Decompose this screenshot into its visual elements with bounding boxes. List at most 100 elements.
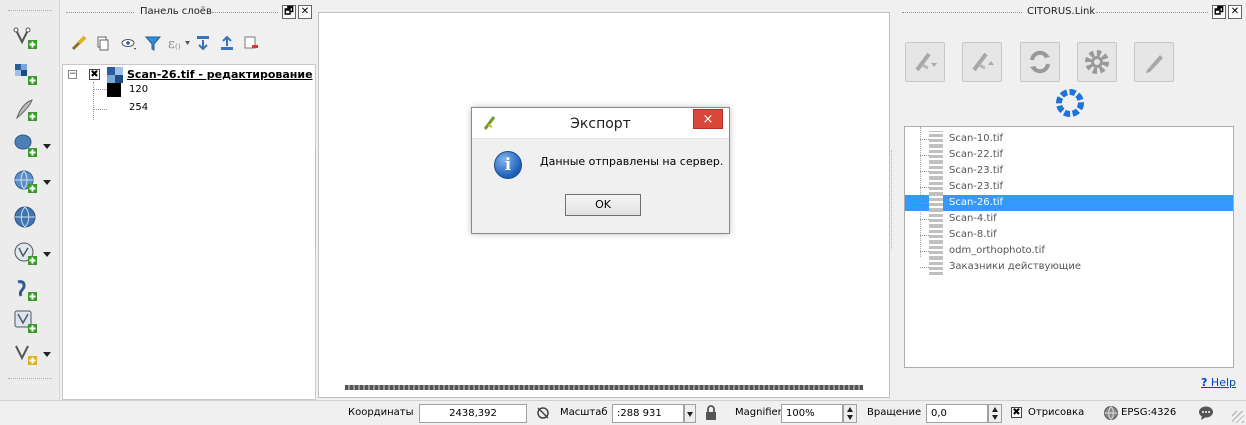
edit-button[interactable] — [1134, 42, 1174, 82]
filter-by-expression-button[interactable]: ε() — [166, 34, 190, 52]
mouse-coordinates-icon[interactable] — [535, 405, 551, 421]
gear-icon — [1085, 50, 1109, 74]
add-wfs-layer-button[interactable] — [12, 240, 51, 268]
layer-panel-toolbar: ε() — [62, 34, 316, 56]
style-layer-button[interactable] — [70, 34, 88, 52]
render-checkbox[interactable]: ✖ — [1011, 407, 1022, 418]
citorus-panel: CITORUS.Link 🗗 ✕ Scan-10.tif Scan-22.tif S… — [896, 4, 1244, 398]
tree-line — [93, 89, 107, 90]
list-item[interactable]: Scan-23.tif — [905, 179, 1233, 195]
list-item-label: Scan-22.tif — [949, 149, 1004, 160]
chevron-down-icon[interactable] — [43, 144, 51, 149]
visibility-button[interactable] — [120, 34, 138, 52]
add-postgis-layer-button[interactable] — [12, 132, 51, 160]
raster-thumbnail-icon — [929, 163, 943, 179]
upload-layer-button[interactable] — [905, 42, 945, 82]
toolbar-grip[interactable] — [8, 378, 52, 379]
export-dialog: Экспорт × i Данные отправлены на сервер.… — [471, 107, 730, 234]
add-delimited-text-button[interactable] — [12, 96, 40, 124]
layer-name[interactable]: Scan-26.tif - редактирование — [127, 68, 313, 81]
remove-layer-button[interactable] — [242, 34, 260, 52]
layer-panel: Панель слоёв 🗗 ✕ ε() − ✖ Scan-26.tif - р… — [62, 4, 316, 400]
layer-panel-titlebar[interactable]: Панель слоёв 🗗 ✕ — [62, 4, 316, 22]
layer-row[interactable]: − ✖ Scan-26.tif - редактирование — [63, 67, 315, 83]
server-file-list[interactable]: Scan-10.tif Scan-22.tif Scan-23.tif Scan-23… — [904, 126, 1234, 368]
add-raster-layer-button[interactable] — [12, 60, 40, 88]
chevron-down-icon[interactable] — [43, 252, 51, 257]
dialog-close-button[interactable]: × — [693, 109, 723, 129]
add-spatialite-layer-button[interactable] — [12, 276, 40, 304]
add-wcs-layer-button[interactable] — [12, 204, 40, 232]
rotation-field[interactable]: 0,0 — [926, 404, 988, 423]
chevron-down-icon[interactable] — [43, 180, 51, 185]
collapse-all-button[interactable] — [218, 34, 236, 52]
add-mssql-layer-button[interactable] — [12, 308, 40, 336]
chevron-down-icon[interactable] — [43, 352, 51, 357]
raster-thumbnail-icon — [929, 131, 943, 147]
globe-icon — [14, 206, 36, 228]
list-item[interactable]: Scan-26.tif — [905, 195, 1233, 211]
vector-box-icon — [14, 310, 37, 333]
magnifier-spinner[interactable] — [843, 404, 857, 423]
float-panel-button[interactable]: 🗗 — [1212, 5, 1226, 19]
dialog-titlebar[interactable]: Экспорт × — [472, 108, 729, 138]
settings-button[interactable] — [1077, 42, 1117, 82]
loading-spinner-icon — [1056, 89, 1084, 117]
new-temporary-layer-button[interactable] — [12, 340, 51, 368]
render-label: Отрисовка — [1028, 407, 1085, 418]
close-panel-button[interactable]: ✕ — [1228, 5, 1242, 19]
coordinates-field[interactable]: 2438,392 — [419, 404, 527, 423]
layer-tree[interactable]: − ✖ Scan-26.tif - редактирование 120 254 — [62, 64, 316, 400]
layer-visibility-checkbox[interactable]: ✖ — [89, 69, 100, 80]
collapse-expander[interactable]: − — [68, 70, 77, 79]
crs-label[interactable]: EPSG:4326 — [1121, 407, 1176, 418]
left-toolbar — [0, 0, 60, 400]
tree-line — [920, 171, 929, 172]
vector-layer-yellow-icon — [15, 345, 37, 365]
feather-small-icon — [17, 280, 37, 301]
toolbar-grip[interactable] — [8, 10, 52, 13]
lock-icon[interactable] — [704, 405, 718, 421]
filter-legend-button[interactable] — [144, 34, 162, 52]
tree-line — [920, 251, 929, 252]
refresh-button[interactable] — [1020, 42, 1060, 82]
title-grip — [1096, 12, 1208, 13]
scale-label: Масштаб — [560, 407, 608, 418]
download-layer-button[interactable] — [962, 42, 1002, 82]
title-grip — [902, 12, 1022, 13]
close-panel-button[interactable]: ✕ — [298, 5, 312, 19]
expand-all-button[interactable] — [194, 34, 212, 52]
add-wms-layer-button[interactable] — [12, 168, 51, 196]
messages-icon[interactable] — [1197, 405, 1215, 421]
list-item-label: Заказники действующие — [949, 261, 1081, 272]
raster-layer-icon — [15, 64, 37, 85]
list-item[interactable]: Scan-8.tif — [905, 227, 1233, 243]
add-group-button[interactable] — [94, 34, 112, 52]
legend-label: 254 — [129, 102, 149, 113]
new-vector-layer-button[interactable] — [12, 24, 40, 52]
crs-globe-icon[interactable] — [1103, 405, 1119, 421]
ok-button[interactable]: OK — [565, 194, 641, 216]
list-item[interactable]: Scan-22.tif — [905, 147, 1233, 163]
list-item[interactable]: Scan-23.tif — [905, 163, 1233, 179]
svg-text:(): () — [175, 43, 181, 51]
list-item[interactable]: Заказники действующие — [905, 259, 1233, 275]
panel-splitter[interactable] — [891, 150, 894, 250]
magnifier-field[interactable]: 100% — [781, 404, 843, 423]
title-grip — [212, 12, 278, 13]
raster-thumbnail-icon — [929, 179, 943, 195]
list-item[interactable]: odm_orthophoto.tif — [905, 243, 1233, 259]
expand-all-icon — [197, 36, 209, 51]
scale-dropdown-icon[interactable] — [684, 404, 696, 423]
scale-combobox[interactable]: :288 931 810 — [612, 404, 684, 423]
raster-thumbnail-icon — [929, 195, 943, 211]
help-link[interactable]: ? Help — [1201, 376, 1236, 389]
citorus-title: CITORUS.Link — [1027, 6, 1096, 17]
list-item[interactable]: Scan-10.tif — [905, 131, 1233, 147]
resize-grip[interactable] — [1232, 411, 1244, 423]
rotation-spinner[interactable] — [988, 404, 1002, 423]
export-layer-icon — [915, 52, 937, 72]
tree-line — [93, 109, 107, 110]
float-panel-button[interactable]: 🗗 — [282, 5, 296, 19]
list-item[interactable]: Scan-4.tif — [905, 211, 1233, 227]
